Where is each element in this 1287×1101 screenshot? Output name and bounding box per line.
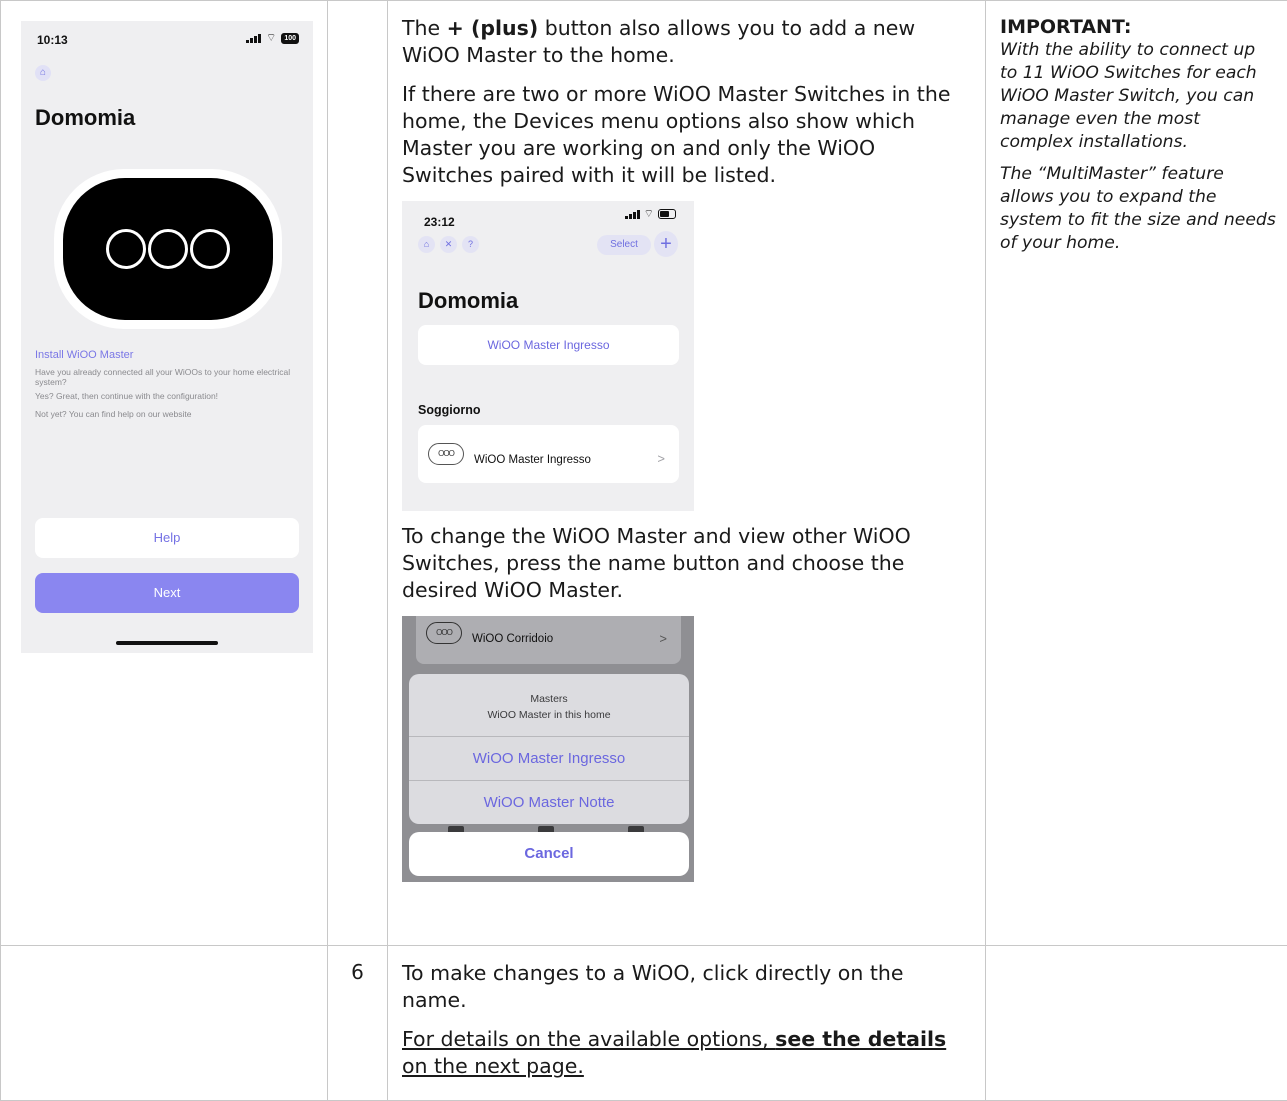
install-text-2: Yes? Great, then continue with the confi… [35, 391, 305, 401]
device-list-item[interactable]: OOO WiOO Corridoio > [416, 616, 681, 664]
status-icons: ⌔ 100 [246, 33, 299, 44]
note-cell: IMPORTANT: With the ability to connect u… [986, 1, 1287, 946]
step-number: 6 [328, 946, 388, 1101]
wifi-icon: ⌔ [266, 34, 276, 43]
plus-button[interactable]: + [654, 231, 678, 257]
devices-screenshot: 23:12 ⌔ ⌂ ✕ ? Select + Domomia WiOO Mast… [402, 201, 694, 511]
tools-icon[interactable]: ✕ [440, 236, 457, 253]
screenshot-cell: 10:13 ⌔ 100 ⌂ Domomia Install WiOO Maste… [1, 1, 328, 946]
install-master-screenshot: 10:13 ⌔ 100 ⌂ Domomia Install WiOO Maste… [21, 21, 313, 653]
step-number-cell [328, 1, 388, 946]
chevron-right-icon: > [659, 625, 667, 652]
status-time: 23:12 [424, 209, 455, 236]
install-heading: Install WiOO Master [35, 349, 133, 361]
instructions-cell: To make changes to a WiOO, click directl… [388, 946, 986, 1101]
master-name-button[interactable]: WiOO Master Ingresso [418, 325, 679, 365]
home-indicator [116, 641, 218, 645]
master-option-notte[interactable]: WiOO Master Notte [409, 780, 689, 824]
wioo-master-device-image [63, 178, 273, 320]
home-icon[interactable]: ⌂ [35, 65, 51, 81]
masters-sheet-screenshot: OOO WiOO Corridoio > Masters WiOO Master… [402, 616, 694, 882]
instruction-edit-wioo: To make changes to a WiOO, click directl… [402, 960, 969, 1014]
status-icons: ⌔ [625, 209, 676, 219]
plus-button-label: + (plus) [447, 16, 539, 40]
master-option-ingresso[interactable]: WiOO Master Ingresso [409, 736, 689, 780]
help-icon[interactable]: ? [462, 236, 479, 253]
cancel-button[interactable]: Cancel [409, 832, 689, 876]
home-icon[interactable]: ⌂ [418, 236, 435, 253]
note-paragraph-1: With the ability to connect up to 11 WiO… [1000, 39, 1277, 154]
page-title: Domomia [35, 105, 135, 131]
device-list-item[interactable]: OOO WiOO Master Ingresso > [418, 425, 679, 483]
instructions-cell: The + (plus) button also allows you to a… [388, 1, 986, 946]
signal-icon [625, 210, 640, 219]
room-heading: Soggiorno [418, 397, 481, 424]
battery-icon: 100 [281, 33, 299, 44]
table-row: 10:13 ⌔ 100 ⌂ Domomia Install WiOO Maste… [1, 1, 1287, 946]
battery-icon [658, 209, 676, 219]
next-button[interactable]: Next [35, 573, 299, 613]
status-time: 10:13 [37, 33, 68, 47]
install-text-1: Have you already connected all your WiOO… [35, 367, 305, 387]
device-label: WiOO Corridoio [472, 626, 553, 653]
device-icon: OOO [426, 622, 462, 644]
page-title: Domomia [418, 287, 518, 314]
help-button[interactable]: Help [35, 518, 299, 558]
device-label: WiOO Master Ingresso [474, 447, 591, 474]
instruction-table: 10:13 ⌔ 100 ⌂ Domomia Install WiOO Maste… [0, 0, 1287, 1101]
sheet-subtitle: WiOO Master in this home [409, 702, 689, 729]
instruction-multimaster: If there are two or more WiOO Master Swi… [402, 81, 969, 189]
chevron-right-icon: > [657, 445, 665, 472]
empty-cell [1, 946, 328, 1101]
empty-cell [986, 946, 1287, 1101]
masters-action-sheet: Masters WiOO Master in this home WiOO Ma… [409, 674, 689, 824]
instruction-plus: The + (plus) button also allows you to a… [402, 15, 969, 69]
note-title: IMPORTANT: [1000, 15, 1277, 39]
table-row: 6 To make changes to a WiOO, click direc… [1, 946, 1287, 1101]
wifi-icon: ⌔ [644, 210, 654, 219]
signal-icon [246, 34, 261, 43]
device-icon: OOO [428, 443, 464, 465]
install-text-3: Not yet? You can find help on our websit… [35, 409, 305, 419]
note-paragraph-2: The “MultiMaster” feature allows you to … [1000, 163, 1277, 255]
instruction-change-master: To change the WiOO Master and view other… [402, 523, 969, 604]
select-button[interactable]: Select [597, 235, 651, 255]
see-details-link[interactable]: For details on the available options, se… [402, 1026, 969, 1080]
